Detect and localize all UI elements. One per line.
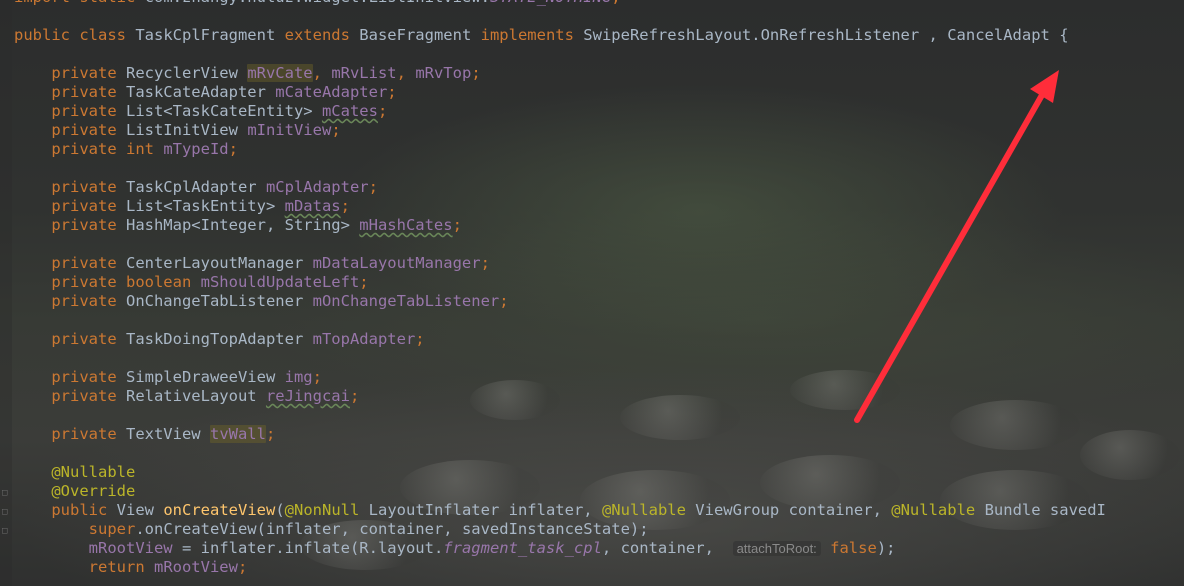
annotation-arrow-icon — [854, 70, 1059, 423]
arrow-head — [1030, 70, 1059, 103]
arrow-shaft — [854, 85, 1049, 423]
